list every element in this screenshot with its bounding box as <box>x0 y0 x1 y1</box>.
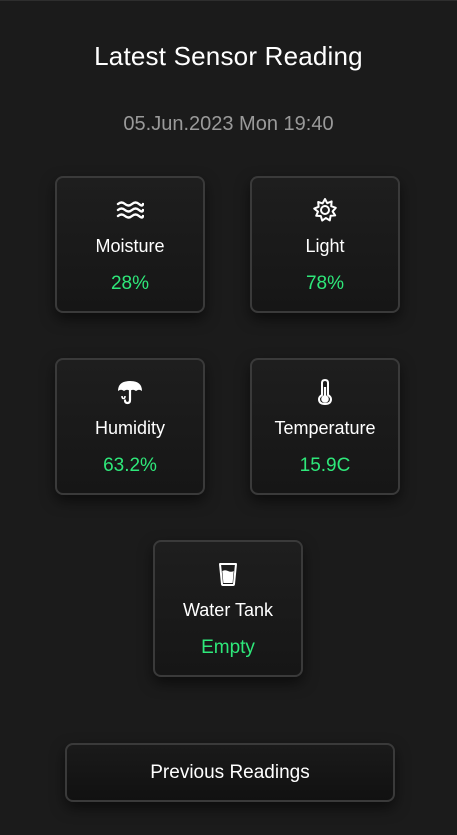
sensor-value: 78% <box>305 273 345 294</box>
sun-icon <box>252 198 398 222</box>
sensor-value: 28% <box>110 273 150 294</box>
app-screen: Latest Sensor Reading 05.Jun.2023 Mon 19… <box>0 0 457 835</box>
sensor-card-temperature: Temperature 15.9C <box>250 358 400 495</box>
sensor-value: Empty <box>201 637 255 658</box>
sensor-card-water-tank: Water Tank Empty <box>153 540 303 677</box>
sensor-label: Water Tank <box>182 600 274 620</box>
sensor-card-humidity: Humidity 63.2% <box>55 358 205 495</box>
thermometer-icon <box>252 379 398 405</box>
sensor-value: 15.9C <box>299 455 351 476</box>
waves-icon <box>57 198 203 222</box>
reading-datetime: 05.Jun.2023 Mon 19:40 <box>123 113 334 135</box>
water-glass-icon <box>155 562 301 586</box>
page-title: Latest Sensor Reading <box>94 41 363 71</box>
sensor-label: Light <box>305 236 345 256</box>
sensor-label: Humidity <box>94 418 165 438</box>
sensor-label: Temperature <box>274 418 376 438</box>
sensor-card-light: Light 78% <box>250 176 400 313</box>
umbrella-icon <box>57 380 203 405</box>
sensor-value: 63.2% <box>103 455 157 476</box>
sensor-card-moisture: Moisture 28% <box>55 176 205 313</box>
sensor-label: Moisture <box>95 236 165 256</box>
previous-readings-button[interactable]: Previous Readings <box>65 743 395 802</box>
